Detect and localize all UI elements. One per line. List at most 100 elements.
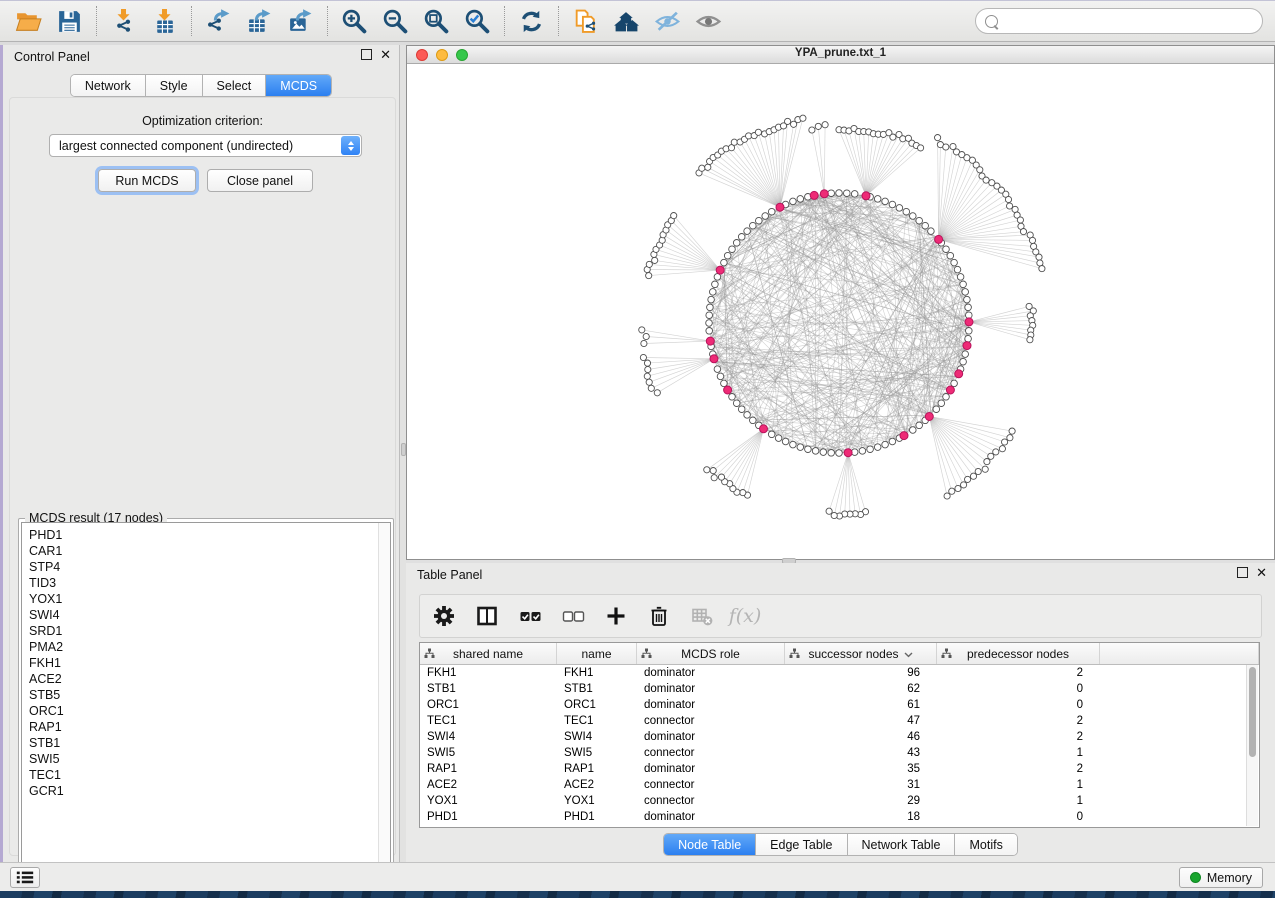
close-panel-icon[interactable]: ✕ — [380, 49, 391, 60]
import-network-button[interactable] — [103, 3, 144, 39]
mcds-panel: Optimization criterion: largest connecte… — [9, 97, 396, 856]
create-column-button[interactable] — [602, 601, 630, 631]
table-row[interactable]: STB1STB1dominator620 — [420, 681, 1259, 697]
mcds-result-item[interactable]: YOX1 — [22, 591, 378, 607]
cell: dominator — [637, 731, 785, 743]
tab-style[interactable]: Style — [146, 75, 203, 96]
mcds-result-item[interactable]: PHD1 — [22, 527, 378, 543]
cell: 29 — [785, 795, 937, 807]
memory-button[interactable]: Memory — [1179, 867, 1263, 888]
apply-layout-button[interactable] — [511, 3, 552, 39]
table-mode-button[interactable] — [430, 601, 458, 631]
memory-status-icon — [1190, 872, 1201, 883]
tab-mcds[interactable]: MCDS — [266, 75, 331, 96]
close-panel-button[interactable]: Close panel — [207, 169, 313, 192]
run-mcds-button[interactable]: Run MCDS — [98, 169, 196, 192]
list-icon — [15, 869, 35, 886]
table-panel-header: Table Panel ✕ — [406, 563, 1275, 587]
column-header-shared-name[interactable]: shared name — [420, 643, 557, 664]
network-list-button[interactable] — [10, 867, 40, 888]
zoom-selected-button[interactable] — [457, 3, 498, 39]
tab-select[interactable]: Select — [203, 75, 267, 96]
open-session-button[interactable] — [8, 3, 49, 39]
cell: 2 — [937, 667, 1100, 679]
column-header-successor-nodes[interactable]: successor nodes — [785, 643, 937, 664]
criterion-select[interactable]: largest connected component (undirected) — [49, 134, 362, 157]
delete-columns-button[interactable] — [645, 601, 673, 631]
mcds-result-item[interactable]: SWI4 — [22, 607, 378, 623]
cell: PHD1 — [557, 811, 637, 823]
network-from-selection-button[interactable] — [565, 3, 606, 39]
export-image-button[interactable] — [280, 3, 321, 39]
control-panel: Control Panel ✕ NetworkStyleSelectMCDS O… — [3, 45, 400, 862]
mcds-result-item[interactable]: FKH1 — [22, 655, 378, 671]
table-header-row: shared namenameMCDS rolesuccessor nodesp… — [420, 643, 1259, 665]
cell: 62 — [785, 683, 937, 695]
show-columns-button[interactable] — [473, 601, 501, 631]
export-network-icon — [205, 8, 232, 35]
cell: 18 — [785, 811, 937, 823]
tab-network[interactable]: Network — [71, 75, 146, 96]
tab-node-table[interactable]: Node Table — [664, 834, 756, 855]
mcds-result-item[interactable]: TEC1 — [22, 767, 378, 783]
mcds-result-item[interactable]: CAR1 — [22, 543, 378, 559]
network-column-icon — [789, 648, 800, 662]
table-scrollbar[interactable] — [1246, 665, 1258, 826]
save-session-button[interactable] — [49, 3, 90, 39]
table-row[interactable]: SWI5SWI5connector431 — [420, 745, 1259, 761]
table-row[interactable]: PHD1PHD1dominator180 — [420, 809, 1259, 825]
mcds-result-item[interactable]: ACE2 — [22, 671, 378, 687]
network-canvas[interactable] — [407, 64, 1274, 560]
tab-motifs[interactable]: Motifs — [955, 834, 1016, 855]
control-panel-header: Control Panel ✕ — [3, 45, 399, 69]
table-row[interactable]: FKH1FKH1dominator962 — [420, 665, 1259, 681]
export-network-button[interactable] — [198, 3, 239, 39]
select-all-button[interactable] — [516, 601, 544, 631]
table-row[interactable]: YOX1YOX1connector291 — [420, 793, 1259, 809]
toolbar-separator — [504, 6, 505, 36]
export-table-button[interactable] — [239, 3, 280, 39]
import-table-button[interactable] — [144, 3, 185, 39]
zoom-in-icon — [341, 8, 368, 35]
column-header-MCDS-role[interactable]: MCDS role — [637, 643, 785, 664]
function-builder-button: f(x) — [731, 601, 759, 631]
hide-selected-button[interactable] — [647, 3, 688, 39]
mcds-result-item[interactable]: PMA2 — [22, 639, 378, 655]
mcds-result-item[interactable]: SWI5 — [22, 751, 378, 767]
zoom-in-button[interactable] — [334, 3, 375, 39]
mcds-result-item[interactable]: STB5 — [22, 687, 378, 703]
tab-network-table[interactable]: Network Table — [848, 834, 956, 855]
table-row[interactable]: ACE2ACE2connector311 — [420, 777, 1259, 793]
mcds-result-item[interactable]: STB1 — [22, 735, 378, 751]
first-neighbors-button[interactable] — [606, 3, 647, 39]
table-panel-title: Table Panel — [417, 568, 482, 582]
table-row[interactable]: TEC1TEC1connector472 — [420, 713, 1259, 729]
mcds-result-list[interactable]: PHD1CAR1STP4TID3YOX1SWI4SRD1PMA2FKH1ACE2… — [21, 522, 391, 887]
mcds-result-scrollbar[interactable] — [378, 523, 390, 886]
cell: 1 — [937, 747, 1100, 759]
close-table-panel-icon[interactable]: ✕ — [1256, 567, 1267, 578]
column-header-predecessor-nodes[interactable]: predecessor nodes — [937, 643, 1100, 664]
mcds-result-item[interactable]: RAP1 — [22, 719, 378, 735]
zoom-out-button[interactable] — [375, 3, 416, 39]
float-table-panel-icon[interactable] — [1237, 567, 1248, 578]
table-row[interactable]: ORC1ORC1dominator610 — [420, 697, 1259, 713]
mcds-result-item[interactable]: STP4 — [22, 559, 378, 575]
show-all-button[interactable] — [688, 3, 729, 39]
network-window-titlebar[interactable]: YPA_prune.txt_1 — [407, 46, 1274, 64]
tab-edge-table[interactable]: Edge Table — [756, 834, 847, 855]
table-row[interactable]: SWI4SWI4dominator462 — [420, 729, 1259, 745]
deselect-all-button[interactable] — [559, 601, 587, 631]
search-input[interactable] — [998, 14, 1262, 28]
float-panel-icon[interactable] — [361, 49, 372, 60]
mcds-result-item[interactable]: TID3 — [22, 575, 378, 591]
column-header-name[interactable]: name — [557, 643, 637, 664]
table-scrollbar-thumb[interactable] — [1249, 667, 1256, 757]
mcds-result-item[interactable]: GCR1 — [22, 783, 378, 799]
export-image-icon — [287, 8, 314, 35]
mcds-result-item[interactable]: SRD1 — [22, 623, 378, 639]
mcds-result-item[interactable]: ORC1 — [22, 703, 378, 719]
search-box[interactable] — [975, 8, 1263, 34]
table-row[interactable]: RAP1RAP1dominator352 — [420, 761, 1259, 777]
zoom-fit-button[interactable] — [416, 3, 457, 39]
